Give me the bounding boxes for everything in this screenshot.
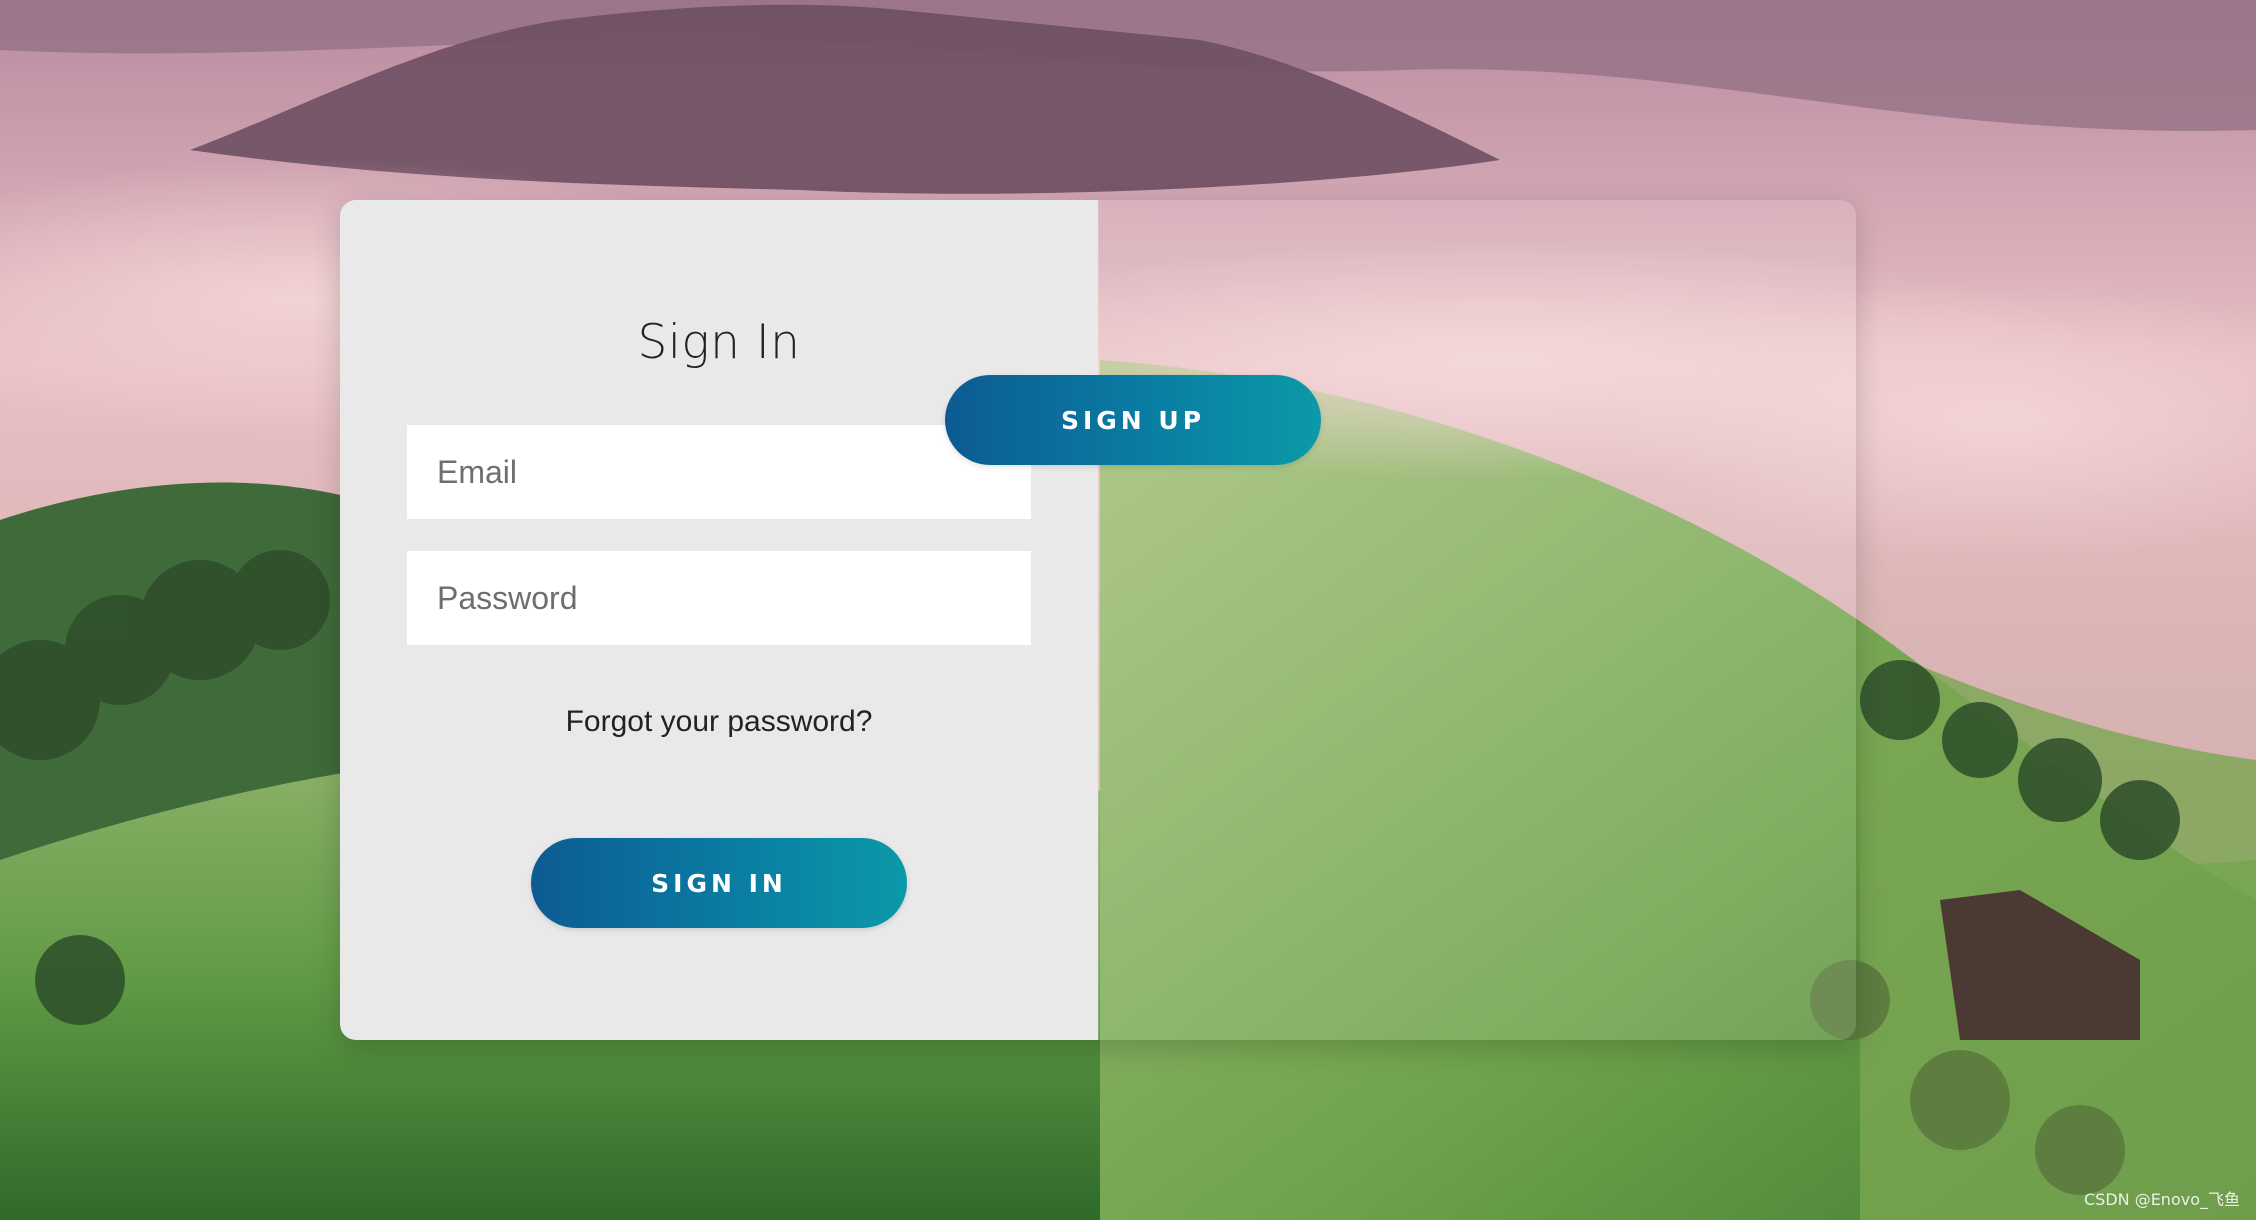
password-field[interactable]: [407, 551, 1031, 645]
sign-up-button[interactable]: SIGN UP: [945, 375, 1321, 465]
sign-in-button[interactable]: SIGN IN: [531, 838, 907, 928]
signin-title: Sign In: [637, 315, 801, 370]
email-field[interactable]: [407, 425, 1031, 519]
signin-panel: Sign In Forgot your password? SIGN IN: [340, 200, 1098, 1040]
signup-overlay-panel: [1098, 200, 1856, 1040]
auth-container: Sign In Forgot your password? SIGN IN: [340, 200, 1856, 1040]
forgot-password-link[interactable]: Forgot your password?: [340, 705, 1098, 739]
watermark: CSDN @Enovo_飞鱼: [2083, 1190, 2240, 1209]
